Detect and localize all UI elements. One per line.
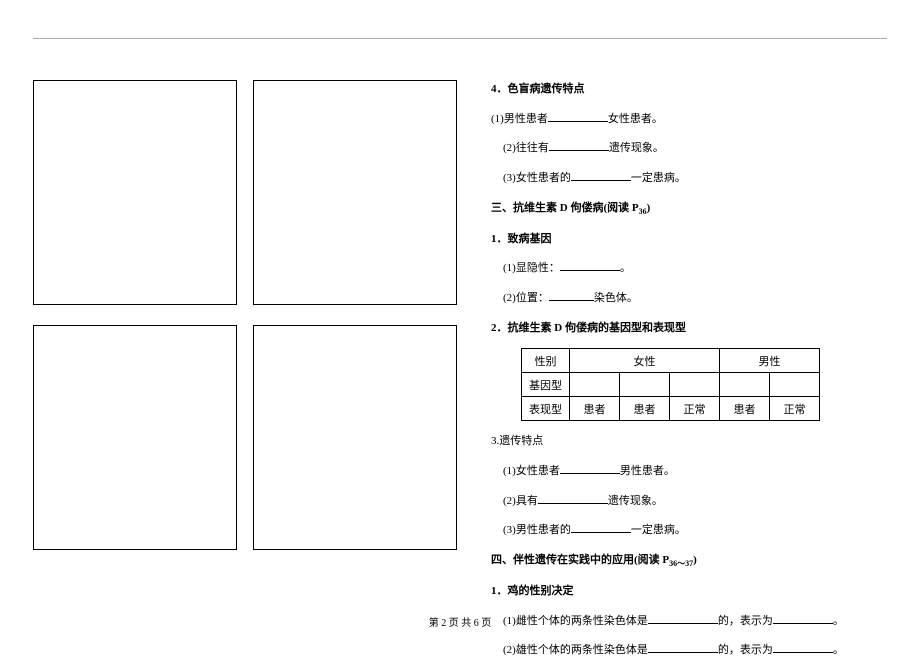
text: 一定患病。 (631, 524, 686, 536)
heading-3-2: 2．抗维生素 D 佝偻病的基因型和表现型 (491, 319, 889, 338)
item-3-1-1: (1)显隐性： 。 (491, 259, 889, 278)
heading-4big-1: 1．鸡的性别决定 (491, 582, 889, 601)
text: 一定患病。 (631, 172, 686, 184)
blank (549, 289, 594, 301)
page-footer: 第 2 页 共 6 页 (0, 614, 920, 629)
cell: 男性 (720, 349, 820, 373)
box-3 (33, 325, 237, 550)
text: 遗传现象。 (609, 142, 664, 154)
cell: 女性 (570, 349, 720, 373)
text: (2)具有 (503, 495, 538, 507)
table-row: 性别 女性 男性 (522, 349, 820, 373)
heading-3: 三、抗维生素 D 佝偻病(阅读 P36) (491, 199, 889, 219)
cell: 表现型 (522, 397, 570, 421)
cell (620, 373, 670, 397)
text: 女性患者。 (608, 113, 663, 125)
blank (560, 462, 620, 474)
top-divider (33, 38, 887, 39)
item-3-3-2: (2)具有 遗传现象。 (491, 492, 889, 511)
box-4 (253, 325, 457, 550)
text: (2)往往有 (503, 142, 549, 154)
blank (571, 521, 631, 533)
item-4-2: (2)往往有 遗传现象。 (491, 139, 889, 158)
text: (1)女性患者 (503, 465, 560, 477)
cell: 基因型 (522, 373, 570, 397)
text: 四、伴性遗传在实践中的应用(阅读 P (491, 554, 669, 566)
heading-4: 4．色盲病遗传特点 (491, 80, 889, 99)
item-4-1: (1)男性患者 女性患者。 (491, 110, 889, 129)
subscript: 36～37 (669, 559, 693, 568)
table-row: 基因型 (522, 373, 820, 397)
heading-3-1: 1．致病基因 (491, 230, 889, 249)
cell: 正常 (770, 397, 820, 421)
cell: 患者 (620, 397, 670, 421)
diagram-boxes (33, 80, 457, 550)
cell (720, 373, 770, 397)
cell (670, 373, 720, 397)
cell: 患者 (720, 397, 770, 421)
text: ) (647, 202, 651, 214)
box-row-2 (33, 325, 457, 550)
heading-3-3: 3.遗传特点 (491, 432, 889, 451)
text: (3)男性患者的 (503, 524, 571, 536)
blank (549, 139, 609, 151)
table-row: 表现型 患者 患者 正常 患者 正常 (522, 397, 820, 421)
genotype-table: 性别 女性 男性 基因型 表现型 患者 患者 正常 患者 正常 (521, 348, 820, 421)
text: 。 (620, 262, 631, 274)
blank (548, 110, 608, 122)
blank (648, 641, 718, 653)
content-right: 4．色盲病遗传特点 (1)男性患者女性患者。 (2)往往有遗传现象。 (3)女性… (491, 80, 889, 671)
box-1 (33, 80, 237, 305)
cell (770, 373, 820, 397)
cell: 患者 (570, 397, 620, 421)
blank (560, 259, 620, 271)
text: 的，表示为 (718, 644, 773, 656)
text: (1)显隐性： (503, 262, 560, 274)
blank (571, 169, 631, 181)
subscript: 36 (639, 207, 647, 216)
item-4big-1-2: (2)雄性个体的两条性染色体是 的，表示为 。 (491, 641, 889, 660)
text: 染色体。 (594, 292, 638, 304)
text: (3)女性患者的 (503, 172, 571, 184)
text: (2)位置： (503, 292, 549, 304)
heading-4big: 四、伴性遗传在实践中的应用(阅读 P36～37) (491, 551, 889, 571)
box-2 (253, 80, 457, 305)
blank (538, 492, 608, 504)
cell: 性别 (522, 349, 570, 373)
item-4-3: (3)女性患者的 一定患病。 (491, 169, 889, 188)
text: 。 (833, 644, 844, 656)
text: 男性患者。 (620, 465, 675, 477)
box-row-1 (33, 80, 457, 305)
item-3-3-1: (1)女性患者 男性患者。 (491, 462, 889, 481)
cell: 正常 (670, 397, 720, 421)
item-3-3-3: (3)男性患者的 一定患病。 (491, 521, 889, 540)
cell (570, 373, 620, 397)
text: 三、抗维生素 D 佝偻病(阅读 P (491, 202, 639, 214)
blank (773, 641, 833, 653)
item-3-1-2: (2)位置： 染色体。 (491, 289, 889, 308)
text: ) (693, 554, 697, 566)
text: (2)雄性个体的两条性染色体是 (503, 644, 648, 656)
text: 遗传现象。 (608, 495, 663, 507)
text: (1)男性患者 (491, 113, 548, 125)
